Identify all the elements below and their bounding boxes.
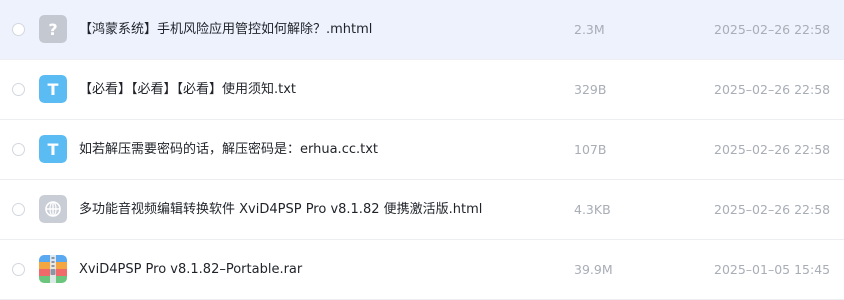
file-row[interactable]: T 如若解压需要密码的话，解压密码是：erhua.cc.txt 107B 202… (0, 120, 844, 180)
web-file-icon (39, 195, 67, 223)
file-name[interactable]: 多功能音视频编辑转换软件 XviD4PSP Pro v8.1.82 便携激活版.… (79, 201, 482, 219)
row-checkbox[interactable] (12, 23, 25, 36)
file-row[interactable]: ? 【鸿蒙系统】手机风险应用管控如何解除？.mhtml 2.3M 2025–02… (0, 0, 844, 60)
file-date: 2025–02–26 22:58 (714, 82, 831, 97)
file-list: ? 【鸿蒙系统】手机风险应用管控如何解除？.mhtml 2.3M 2025–02… (0, 0, 844, 300)
svg-text:T: T (48, 140, 59, 159)
unknown-file-icon: ? (39, 15, 67, 43)
file-date: 2025–02–26 22:58 (714, 202, 831, 217)
file-name[interactable]: 如若解压需要密码的话，解压密码是：erhua.cc.txt (79, 141, 378, 159)
row-checkbox[interactable] (12, 143, 25, 156)
row-checkbox[interactable] (12, 263, 25, 276)
row-checkbox[interactable] (12, 203, 25, 216)
file-row[interactable]: 多功能音视频编辑转换软件 XviD4PSP Pro v8.1.82 便携激活版.… (0, 180, 844, 240)
file-size: 4.3KB (574, 202, 611, 217)
file-date: 2025–02–26 22:58 (714, 142, 831, 157)
file-size: 329B (574, 82, 607, 97)
file-date: 2025–02–26 22:58 (714, 22, 831, 37)
archive-file-icon (39, 255, 67, 283)
svg-text:T: T (48, 80, 59, 99)
svg-text:?: ? (48, 20, 57, 39)
file-size: 107B (574, 142, 607, 157)
text-file-icon: T (39, 135, 67, 163)
file-row[interactable]: XviD4PSP Pro v8.1.82–Portable.rar 39.9M … (0, 240, 844, 300)
file-name[interactable]: 【必看】【必看】【必看】使用须知.txt (79, 81, 296, 99)
file-name[interactable]: 【鸿蒙系统】手机风险应用管控如何解除？.mhtml (79, 21, 372, 39)
file-size: 39.9M (574, 262, 613, 277)
file-size: 2.3M (574, 22, 605, 37)
file-date: 2025–01–05 15:45 (714, 262, 831, 277)
text-file-icon: T (39, 75, 67, 103)
file-row[interactable]: T 【必看】【必看】【必看】使用须知.txt 329B 2025–02–26 2… (0, 60, 844, 120)
file-name[interactable]: XviD4PSP Pro v8.1.82–Portable.rar (79, 261, 302, 279)
row-checkbox[interactable] (12, 83, 25, 96)
